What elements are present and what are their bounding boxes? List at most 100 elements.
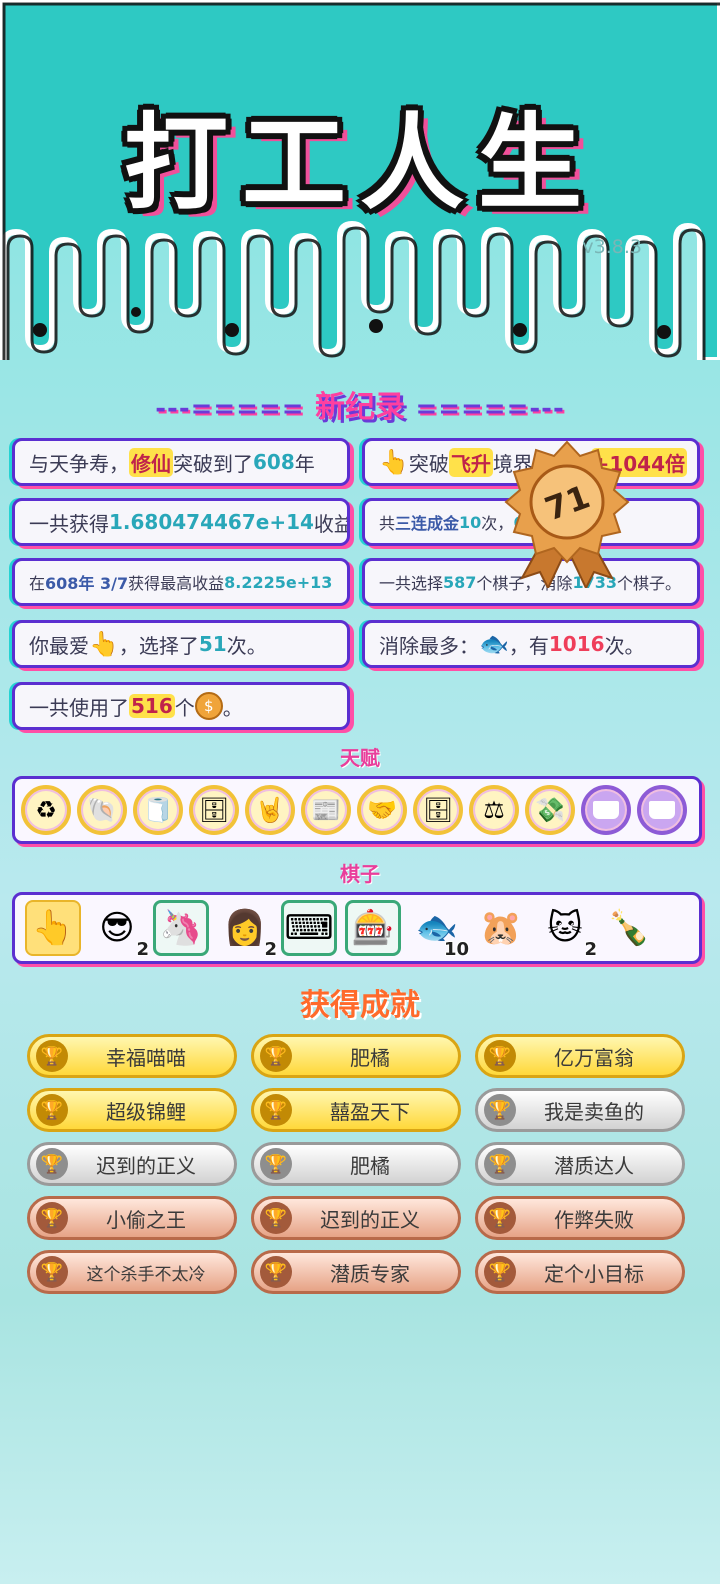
achievement-label: 肥橘 — [350, 1045, 390, 1070]
achievement-label: 迟到的正义 — [96, 1153, 196, 1178]
version-label: v3.8.3 — [582, 236, 642, 258]
achievement-badge[interactable]: 🏆 亿万富翁 — [475, 1034, 685, 1078]
koi-fish-icon[interactable]: 🐟 10 — [409, 900, 469, 960]
achievement-label: 幸福喵喵 — [106, 1045, 186, 1070]
talent-glyph: 📰 — [311, 796, 341, 824]
sunglasses-man-icon[interactable]: 😎 2 — [89, 900, 149, 960]
achievement-badge[interactable]: 🏆 肥橘 — [251, 1034, 461, 1078]
piece-count: 2 — [264, 939, 277, 960]
trophy-icon: 🏆 — [36, 1148, 68, 1180]
trophy-icon: 🏆 — [484, 1202, 516, 1234]
record-card-cultivation: 与天争寿， 修仙 突破到了 608 年 — [12, 438, 350, 486]
piece-glyph: 🦄 — [159, 908, 203, 948]
talent-glyph: 🗄 — [198, 796, 230, 824]
new-record-heading: ---===== 新纪录 =====--- — [155, 390, 565, 425]
achievement-label: 囍盈天下 — [330, 1099, 410, 1124]
piece-glyph: 🎰 — [351, 908, 395, 948]
skirt-icon[interactable] — [581, 785, 631, 835]
tissue-box-icon[interactable]: 🧻 — [133, 785, 183, 835]
achievement-label: 作弊失败 — [554, 1207, 634, 1232]
achievement-label: 肥橘 — [350, 1153, 390, 1178]
achievement-badge[interactable]: 🏆 这个杀手不太冷 — [27, 1250, 237, 1294]
achievement-label: 我是卖鱼的 — [544, 1099, 644, 1124]
record-card-total-income: 一共获得 1.680474467e+14 收益 — [12, 498, 350, 546]
game-title: 打工人生 — [123, 102, 596, 224]
cat-icon[interactable]: 🐱 2 — [537, 900, 597, 960]
achievement-label: 小偷之王 — [106, 1207, 186, 1232]
achievement-badge[interactable]: 🏆 潜质达人 — [475, 1142, 685, 1186]
record-card-coins: 一共使用了 516 个 $。 — [12, 682, 350, 730]
talent-glyph: 🤘 — [255, 796, 285, 824]
achievement-label: 超级锦鲤 — [106, 1099, 186, 1124]
skirt-shape — [649, 801, 675, 819]
trophy-icon: 🏆 — [36, 1256, 68, 1288]
piece-glyph: 🐱 — [547, 908, 583, 948]
achievement-badge[interactable]: 🏆 定个小目标 — [475, 1250, 685, 1294]
pointing-hand-icon: 👆 — [379, 448, 409, 476]
talent-glyph: 🧻 — [143, 796, 173, 824]
talent-glyph: 🤝 — [367, 796, 397, 824]
skirt-icon[interactable] — [637, 785, 687, 835]
hamster-icon[interactable]: 🐹 — [473, 900, 529, 956]
claw-machine-icon[interactable]: 🎰 — [345, 900, 401, 956]
talents-bar: ♻ 🐚 🧻 🗄 🤘 📰 🤝 🗄 ⚖ 💸 — [12, 776, 702, 844]
achievement-label: 这个杀手不太冷 — [86, 1264, 206, 1285]
achievement-label: 定个小目标 — [544, 1261, 644, 1286]
achievement-badge[interactable]: 🏆 肥橘 — [251, 1142, 461, 1186]
coin-icon: $ — [194, 692, 223, 720]
piece-glyph: 🍾 — [607, 908, 651, 948]
trophy-icon: 🏆 — [260, 1256, 292, 1288]
balance-icon[interactable]: ⚖ — [469, 785, 519, 835]
piece-count: 2 — [136, 939, 149, 960]
safe-icon[interactable]: 🗄 — [413, 785, 463, 835]
talent-glyph: ♻ — [35, 796, 57, 824]
record-card-best-income: 在 608年 3/7 获得最高收益 8.2225e+13 — [12, 558, 350, 606]
achievement-badge[interactable]: 🏆 超级锦鲤 — [27, 1088, 237, 1132]
achievement-badge[interactable]: 🏆 幸福喵喵 — [27, 1034, 237, 1078]
piece-glyph: ⌨ — [284, 908, 334, 948]
time-magazine-icon[interactable]: 📰 — [301, 785, 351, 835]
trophy-icon: 🏆 — [260, 1094, 292, 1126]
piece-glyph: 👩 — [223, 908, 267, 948]
piece-glyph: 😎 — [99, 908, 135, 948]
talent-glyph: ⚖ — [483, 796, 505, 824]
achievement-badge[interactable]: 🏆 小偷之王 — [27, 1196, 237, 1240]
copy-paste-icon[interactable]: ⌨ — [281, 900, 337, 956]
bottle-icon[interactable]: 🍾 — [601, 900, 657, 956]
achievement-badge[interactable]: 🏆 囍盈天下 — [251, 1088, 461, 1132]
pointing-hand-icon: 👆 — [89, 630, 119, 658]
trophy-icon: 🏆 — [484, 1094, 516, 1126]
achievement-badge[interactable]: 🏆 作弊失败 — [475, 1196, 685, 1240]
safe-icon[interactable]: 🗄 — [189, 785, 239, 835]
rock-hand-icon[interactable]: 🤘 — [245, 785, 295, 835]
money-face-icon[interactable]: 💸 — [525, 785, 575, 835]
record-card-most-eliminated: 消除最多： 🐟 ，有 1016 次。 — [362, 620, 700, 668]
trophy-icon: 🏆 — [484, 1256, 516, 1288]
piece-glyph: 👆 — [31, 908, 75, 948]
talent-glyph: 🐚 — [87, 796, 117, 824]
girl-icon[interactable]: 👩 2 — [217, 900, 277, 960]
piece-count: 10 — [443, 939, 469, 960]
rank-medal: 71 — [504, 440, 630, 588]
pointing-hand-icon[interactable]: 👆 — [25, 900, 81, 956]
talent-glyph: 💸 — [535, 796, 565, 824]
piece-glyph: 🐹 — [479, 908, 523, 948]
unicorn-icon[interactable]: 🦄 — [153, 900, 209, 956]
achievement-label: 潜质达人 — [554, 1153, 634, 1178]
trophy-icon: 🏆 — [260, 1202, 292, 1234]
handshake-icon[interactable]: 🤝 — [357, 785, 407, 835]
talent-glyph: 🗄 — [422, 796, 454, 824]
fish-icon: 🐟 — [479, 630, 509, 658]
achievement-badge[interactable]: 🏆 迟到的正义 — [251, 1196, 461, 1240]
achievement-badge[interactable]: 🏆 潜质专家 — [251, 1250, 461, 1294]
achievement-badge[interactable]: 🏆 迟到的正义 — [27, 1142, 237, 1186]
recycle-icon[interactable]: ♻ — [21, 785, 71, 835]
shell-icon[interactable]: 🐚 — [77, 785, 127, 835]
achievement-badge[interactable]: 🏆 我是卖鱼的 — [475, 1088, 685, 1132]
achievement-label: 迟到的正义 — [320, 1207, 420, 1232]
achievements-title: 获得成就 — [300, 988, 420, 1023]
trophy-icon: 🏆 — [260, 1148, 292, 1180]
trophy-icon: 🏆 — [36, 1202, 68, 1234]
record-card-favorite: 你最爱 👆 ，选择了 51 次。 — [12, 620, 350, 668]
talents-label: 天赋 — [340, 746, 380, 770]
